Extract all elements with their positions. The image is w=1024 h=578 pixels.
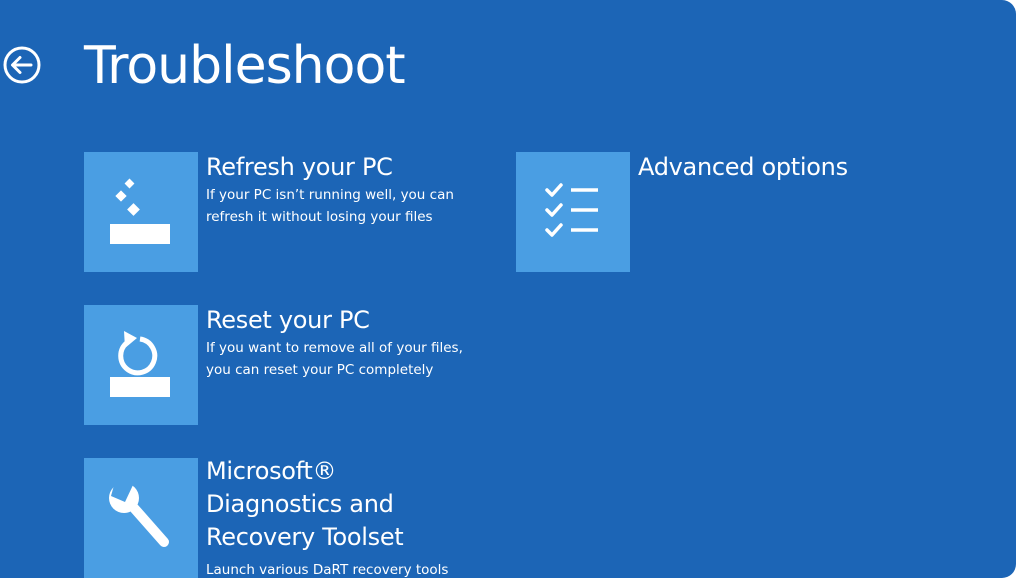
refresh-pc-option[interactable]: Refresh your PC If your PC isn’t running…	[84, 152, 514, 272]
advanced-options-text: Advanced options	[638, 152, 938, 182]
dart-description: Launch various DaRT recovery tools	[206, 559, 506, 578]
checklist-icon	[545, 183, 598, 237]
dart-title-line2: Diagnostics and	[206, 490, 394, 518]
dart-title-line3: Recovery Toolset	[206, 523, 404, 551]
wrench-icon	[109, 478, 169, 547]
dart-title: Microsoft® Diagnostics and Recovery Tool…	[206, 455, 506, 554]
advanced-options-tile[interactable]	[516, 152, 630, 272]
dart-option[interactable]: Microsoft® Diagnostics and Recovery Tool…	[84, 455, 514, 578]
dart-text: Microsoft® Diagnostics and Recovery Tool…	[206, 455, 506, 578]
reset-pc-option[interactable]: Reset your PC If you want to remove all …	[84, 305, 514, 425]
reset-pc-desc-line1: If you want to remove all of your files,	[206, 340, 463, 356]
advanced-options-option[interactable]: Advanced options	[516, 152, 916, 272]
dart-desc-line1: Launch various DaRT recovery tools	[206, 562, 449, 578]
refresh-pc-description: If your PC isn’t running well, you can r…	[206, 184, 506, 228]
dart-title-line1: Microsoft®	[206, 457, 337, 485]
back-arrow-icon	[3, 46, 41, 84]
reset-pc-desc-line2: you can reset your PC completely	[206, 362, 434, 378]
dart-tile[interactable]	[84, 458, 198, 578]
refresh-pc-tile[interactable]	[84, 152, 198, 272]
advanced-options-title: Advanced options	[638, 153, 848, 181]
refresh-pc-title: Refresh your PC	[206, 153, 393, 181]
reset-pc-tile[interactable]	[84, 305, 198, 425]
reset-pc-description: If you want to remove all of your files,…	[206, 337, 506, 381]
reset-pc-icon	[110, 331, 170, 397]
troubleshoot-screen: Troubleshoot Refresh your PC If your PC …	[0, 0, 1016, 578]
refresh-pc-desc-line1: If your PC isn’t running well, you can	[206, 187, 454, 203]
page-title: Troubleshoot	[84, 36, 406, 96]
refresh-pc-desc-line2: refresh it without losing your files	[206, 209, 433, 225]
back-button[interactable]	[2, 45, 42, 85]
refresh-pc-text: Refresh your PC If your PC isn’t running…	[206, 152, 506, 228]
reset-pc-title: Reset your PC	[206, 306, 370, 334]
reset-pc-text: Reset your PC If you want to remove all …	[206, 305, 506, 381]
refresh-pc-icon	[110, 178, 170, 244]
